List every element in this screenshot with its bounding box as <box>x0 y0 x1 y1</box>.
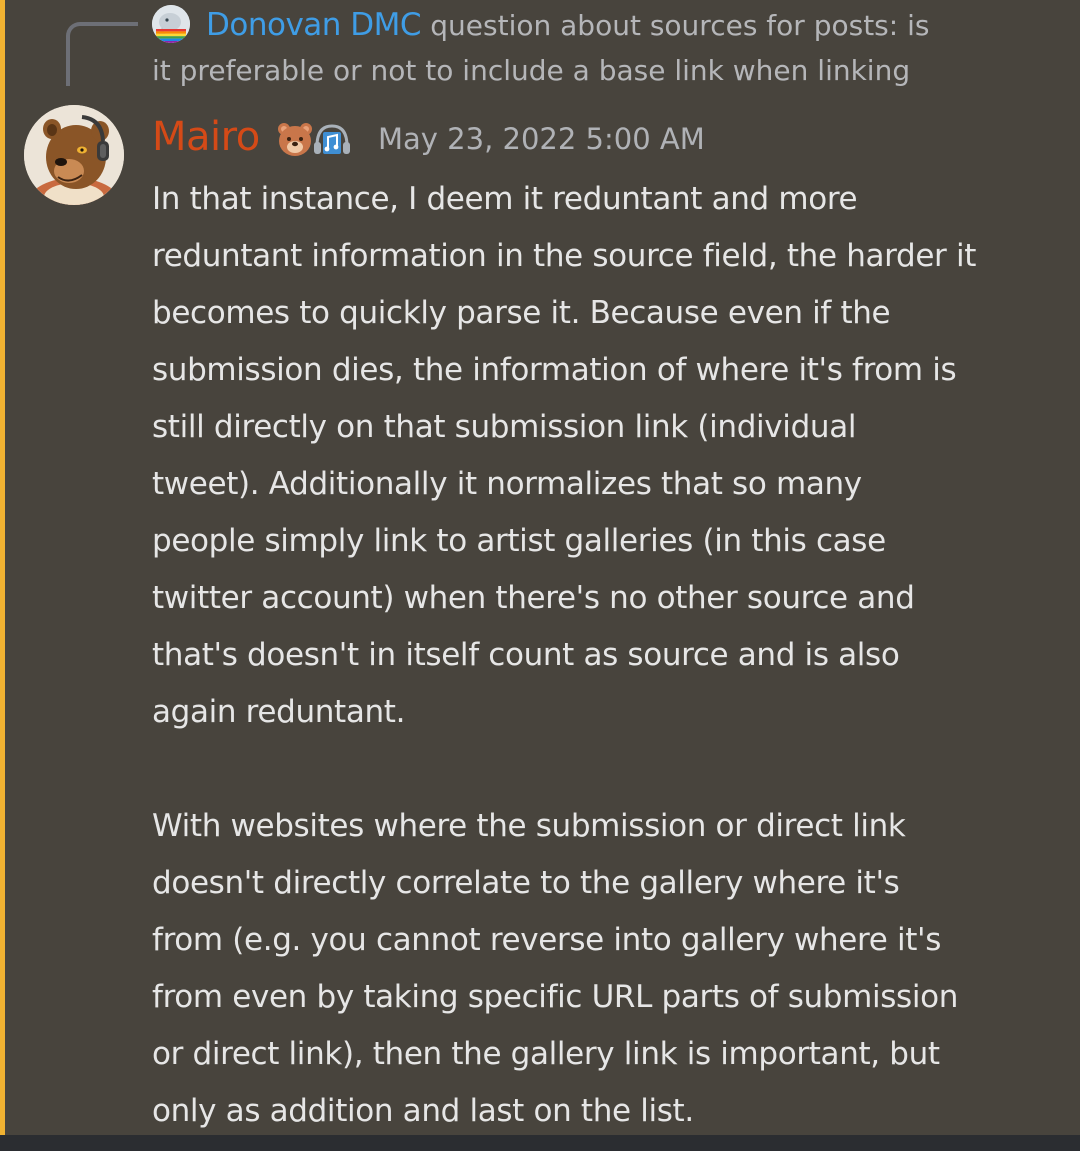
bear-emoji-icon <box>278 123 312 156</box>
reply-avatar-image <box>152 5 190 43</box>
reply-preview-line2[interactable]: it preferable or not to include a base l… <box>152 50 910 92</box>
message-text-line: people simply link to artist galleries (… <box>152 523 886 559</box>
author-avatar[interactable] <box>24 105 124 205</box>
message-text-line: reduntant information in the source fiel… <box>152 238 977 274</box>
message-container: Donovan DMC question about sources for p… <box>0 0 1080 1135</box>
bottom-strip <box>0 1135 1080 1151</box>
mention-highlight-bar <box>0 0 5 1135</box>
message-text-line: With websites where the submission or di… <box>152 808 906 844</box>
message-text-line: twitter account) when there's no other s… <box>152 580 915 616</box>
message-text-line: only as addition and last on the list. <box>152 1093 694 1129</box>
author-username[interactable]: Mairo <box>152 112 260 162</box>
reply-author-name[interactable]: Donovan DMC <box>206 7 422 43</box>
paragraph-break <box>152 741 1072 798</box>
bear-avatar-image <box>24 105 124 205</box>
message-text-line: from even by taking specific URL parts o… <box>152 979 959 1015</box>
message-content: In that instance, I deem it reduntant an… <box>152 171 1072 1140</box>
message-text-line: from (e.g. you cannot reverse into galle… <box>152 922 942 958</box>
message-text-line: doesn't directly correlate to the galler… <box>152 865 900 901</box>
message-text-line: submission dies, the information of wher… <box>152 352 957 388</box>
reply-spine <box>66 22 138 86</box>
message-text-line: still directly on that submission link (… <box>152 409 857 445</box>
message-text-line: tweet). Additionally it normalizes that … <box>152 466 862 502</box>
message-text-line: or direct link), then the gallery link i… <box>152 1036 940 1072</box>
message-text-line: again reduntant. <box>152 694 406 730</box>
reply-preview-text[interactable]: question about sources for posts: is <box>430 9 929 42</box>
message-text-line: In that instance, I deem it reduntant an… <box>152 181 858 217</box>
message-text-line: that's doesn't in itself count as source… <box>152 637 900 673</box>
message-text-line: becomes to quickly parse it. Because eve… <box>152 295 891 331</box>
message-timestamp[interactable]: May 23, 2022 5:00 AM <box>378 116 705 162</box>
reply-avatar[interactable] <box>152 5 190 43</box>
headphones-music-icon <box>314 124 350 154</box>
reply-preview-line1[interactable]: Donovan DMC question about sources for p… <box>206 4 929 47</box>
